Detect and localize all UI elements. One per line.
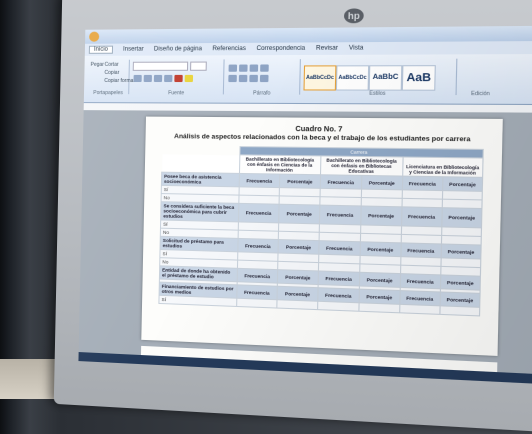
col-header: Porcentaje xyxy=(440,275,480,290)
align-left-icon[interactable] xyxy=(228,75,237,82)
group-paragraph: Párrafo xyxy=(225,59,301,94)
justify-icon[interactable] xyxy=(260,75,269,82)
section-label: Se considera suficiente la beca socioeco… xyxy=(161,202,239,222)
col-header: Frecuencia xyxy=(238,203,279,223)
col-header: Porcentaje xyxy=(361,206,402,226)
col-header: Frecuencia xyxy=(400,291,441,306)
group-label: Portapapeles xyxy=(88,90,128,96)
col-header: Porcentaje xyxy=(441,244,481,259)
underline-icon[interactable] xyxy=(154,75,162,82)
col-header: Porcentaje xyxy=(360,242,401,257)
style-title[interactable]: AaB xyxy=(402,65,436,91)
col-header: Frecuencia xyxy=(320,175,362,189)
data-table: Carrera Bachillerato en Bibliotecología … xyxy=(158,145,483,316)
group-styles: AaBbCcDc AaBbCcDc AaBbC AaB Estilos xyxy=(301,59,457,95)
tab-vista[interactable]: Vista xyxy=(349,45,364,51)
col-header: Porcentaje xyxy=(278,240,319,255)
bullets-icon[interactable] xyxy=(229,65,238,72)
document-area: Cuadro No. 7 Análisis de aspectos relaci… xyxy=(78,110,532,384)
col-header: Porcentaje xyxy=(442,177,482,192)
tab-insertar[interactable]: Insertar xyxy=(123,46,144,52)
group-clipboard: Pegar Cortar Copiar Copiar formato Porta… xyxy=(88,60,130,94)
col-header: Frecuencia xyxy=(237,268,278,283)
ribbon: Pegar Cortar Copiar Copiar formato Porta… xyxy=(84,54,532,105)
col-header: Frecuencia xyxy=(318,271,360,286)
style-heading-1[interactable]: AaBbC xyxy=(369,65,403,90)
style-normal[interactable]: AaBbCcDc xyxy=(303,65,336,90)
monitor-screen: Inicio Insertar Diseño de página Referen… xyxy=(78,26,532,385)
align-right-icon[interactable] xyxy=(249,75,258,82)
col-header: Frecuencia xyxy=(401,243,442,258)
group-label: Párrafo xyxy=(225,90,299,96)
page2-section: Satisfacción con el préstamo de estudio … xyxy=(157,373,232,384)
paste-button[interactable]: Pegar xyxy=(91,62,104,68)
group-label: Edición xyxy=(458,91,504,98)
style-no-spacing[interactable]: AaBbCcDc xyxy=(336,65,369,90)
carrera-2: Bachillerato en Bibliotecología con énfa… xyxy=(320,156,402,176)
col-header: Frecuencia xyxy=(402,176,443,191)
hp-logo: hp xyxy=(344,8,364,23)
col-header: Porcentaje xyxy=(279,204,320,224)
strikethrough-icon[interactable] xyxy=(164,75,172,82)
font-name-select[interactable] xyxy=(133,62,188,71)
font-size-select[interactable] xyxy=(190,62,207,71)
row-label: Sí xyxy=(159,295,236,306)
sort-icon[interactable] xyxy=(260,64,269,71)
highlight-icon[interactable] xyxy=(185,75,193,82)
col-header: Frecuencia xyxy=(319,241,361,256)
carrera-1: Bachillerato en Bibliotecología con énfa… xyxy=(239,155,321,175)
col-header: Porcentaje xyxy=(280,174,321,188)
carrera-3: Licenciatura en Bibliotecología y Cienci… xyxy=(402,157,483,177)
col-header: Porcentaje xyxy=(442,208,482,228)
monitor-bezel: hp Inicio Insertar Diseño de página Refe… xyxy=(54,0,532,434)
col-header: Porcentaje xyxy=(359,272,400,287)
col-header: Frecuencia xyxy=(239,173,280,187)
numbering-icon[interactable] xyxy=(239,65,248,72)
tab-referencias[interactable]: Referencias xyxy=(212,46,246,52)
group-label: Estilos xyxy=(301,90,455,97)
bold-icon[interactable] xyxy=(133,75,141,82)
group-editing: Edición xyxy=(458,59,504,96)
tab-correspondencia[interactable]: Correspondencia xyxy=(256,46,305,52)
copy-button[interactable]: Copiar xyxy=(104,70,119,76)
tab-diseno[interactable]: Diseño de página xyxy=(154,46,202,52)
indent-icon[interactable] xyxy=(250,64,259,71)
italic-icon[interactable] xyxy=(144,75,152,82)
col-header: Porcentaje xyxy=(361,175,402,189)
font-color-icon[interactable] xyxy=(174,75,182,82)
col-header: Frecuencia xyxy=(237,238,278,253)
align-center-icon[interactable] xyxy=(239,75,248,82)
document-page: Cuadro No. 7 Análisis de aspectos relaci… xyxy=(141,117,503,356)
col-header: Frecuencia xyxy=(319,205,361,225)
col-header: Frecuencia xyxy=(401,207,442,227)
group-font: Fuente xyxy=(130,59,224,94)
col-header: Frecuencia xyxy=(400,274,441,289)
col-header: Porcentaje xyxy=(440,292,480,307)
cut-button[interactable]: Cortar xyxy=(105,62,119,68)
tab-inicio[interactable]: Inicio xyxy=(89,46,113,54)
col-header: Porcentaje xyxy=(278,270,319,285)
group-label: Fuente xyxy=(130,90,223,96)
office-button-icon[interactable] xyxy=(89,32,99,42)
tab-revisar[interactable]: Revisar xyxy=(316,45,338,51)
